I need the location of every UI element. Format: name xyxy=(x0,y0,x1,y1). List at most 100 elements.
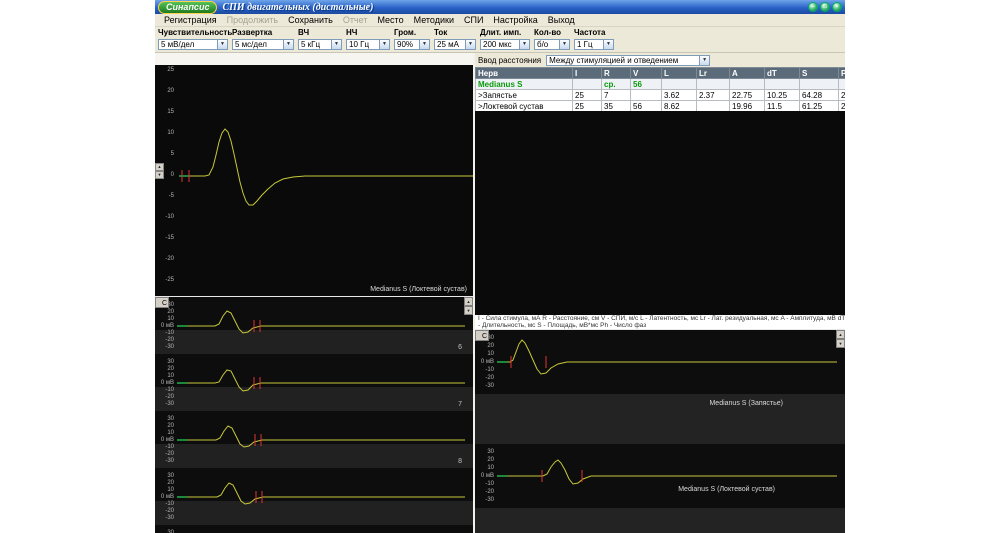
table-cell[interactable]: >Локтевой сустав xyxy=(476,101,573,112)
axis-label: -20 xyxy=(155,256,174,263)
table-cell[interactable]: Medianus S xyxy=(476,79,573,90)
table-cell[interactable] xyxy=(697,79,730,90)
table-cell[interactable]: 10.25 xyxy=(765,90,800,101)
table-cell[interactable]: 7 xyxy=(602,90,631,101)
axis-label: 30 xyxy=(155,473,174,480)
table-cell[interactable]: 11.5 xyxy=(765,101,800,112)
chevron-down-icon[interactable]: ▼ xyxy=(331,40,341,49)
axis-label: -30 xyxy=(155,458,174,465)
table-cell[interactable]: 25 xyxy=(573,101,602,112)
chevron-down-icon[interactable]: ▼ xyxy=(283,40,293,49)
menu-item-5[interactable]: Методики xyxy=(409,15,459,26)
chevron-down-icon[interactable]: ▼ xyxy=(379,40,389,49)
count-select[interactable]: б/о▼ xyxy=(534,39,570,50)
menu-item-2[interactable]: Сохранить xyxy=(283,15,338,26)
clear-button-right[interactable]: C xyxy=(475,330,489,341)
waveform-channel[interactable]: 3020100 мВ-10-20-30Medianus S (Локтевой … xyxy=(475,444,845,533)
waveform-plot[interactable] xyxy=(177,411,465,468)
table-cell[interactable]: 56 xyxy=(631,101,662,112)
table-cell[interactable]: 22.75 xyxy=(730,90,765,101)
current-select[interactable]: 25 мА▼ xyxy=(434,39,476,50)
menu-item-7[interactable]: Настройка xyxy=(488,15,542,26)
table-cell[interactable]: 64.28 xyxy=(800,90,839,101)
menu-item-4[interactable]: Место xyxy=(372,15,408,26)
menu-item-8[interactable]: Выход xyxy=(543,15,580,26)
table-cell[interactable]: >Запястье xyxy=(476,90,573,101)
main-chart[interactable]: 2520151050-5-10-15-20-25 ▲ ▼ Medianus S … xyxy=(155,65,473,296)
chevron-down-icon[interactable]: ▼ xyxy=(699,56,709,65)
table-cell[interactable] xyxy=(697,101,730,112)
menu-item-3: Отчет xyxy=(338,15,373,26)
minimize-button[interactable]: – xyxy=(808,2,818,12)
table-row: Medianus S ср.56 xyxy=(476,79,846,90)
table-cell[interactable]: 2 xyxy=(839,90,846,101)
lf-filter-select[interactable]: 10 Гц▼ xyxy=(346,39,390,50)
waveform-channel[interactable]: 3020100 мВ-10-20-30 xyxy=(155,468,473,525)
table-cell[interactable] xyxy=(631,90,662,101)
toolbar-label-frequency: Частота xyxy=(574,28,614,38)
waveform-plot[interactable] xyxy=(497,444,837,533)
chevron-down-icon[interactable]: ▼ xyxy=(603,40,613,49)
pulse-duration-select[interactable]: 200 мкс▼ xyxy=(480,39,530,50)
titlebar[interactable]: Синапсис СПИ двигательных (дистальные) –… xyxy=(155,0,845,14)
table-cell[interactable]: 61.25 xyxy=(800,101,839,112)
waveform-channel[interactable]: 3020100 мВ-10-20-308 xyxy=(155,411,473,468)
table-cell[interactable]: 35 xyxy=(602,101,631,112)
table-cell[interactable] xyxy=(573,79,602,90)
sensitivity-spinner: ▲ ▼ xyxy=(155,163,164,179)
distance-label: Ввод расстояния xyxy=(478,56,541,65)
chevron-down-icon[interactable]: ▼ xyxy=(519,40,529,49)
table-cell[interactable]: 56 xyxy=(631,79,662,90)
table-cell[interactable] xyxy=(662,79,697,90)
results-table-wrap: НервIRVLLrAdTSPhMedianus Sср.56>Запястье… xyxy=(475,67,845,111)
waveform-plot[interactable] xyxy=(177,354,465,411)
table-cell[interactable]: 19.96 xyxy=(730,101,765,112)
scroll-up-icon[interactable]: ▲ xyxy=(464,297,473,306)
waveform-trace xyxy=(497,340,837,374)
main-area: 2520151050-5-10-15-20-25 ▲ ▼ Medianus S … xyxy=(155,53,845,533)
waveform-plot[interactable] xyxy=(177,468,465,525)
scroll-down-icon[interactable]: ▼ xyxy=(836,339,845,348)
waveform-plot[interactable] xyxy=(177,297,465,354)
table-cell[interactable]: 8.62 xyxy=(662,101,697,112)
scroll-up-icon[interactable]: ▲ xyxy=(836,330,845,339)
table-cell[interactable] xyxy=(839,79,846,90)
chevron-down-icon[interactable]: ▼ xyxy=(217,40,227,49)
waveform-plot[interactable] xyxy=(497,330,837,444)
waveform-channel[interactable]: 3020100 мВ-10-20-307 xyxy=(155,354,473,411)
table-cell[interactable] xyxy=(765,79,800,90)
axis-label: -30 xyxy=(475,383,494,390)
close-button[interactable]: × xyxy=(832,2,842,12)
sensitivity-select[interactable]: 5 мВ/дел▼ xyxy=(158,39,228,50)
distance-mode-select[interactable]: Между стимуляцией и отведением ▼ xyxy=(546,55,710,66)
clear-button-left[interactable]: C xyxy=(155,297,169,308)
legend-line-2: - Длительность, мс S - Площадь, мВ*мс Ph… xyxy=(478,322,842,329)
table-cell[interactable]: 2 xyxy=(839,101,846,112)
table-cell[interactable]: 3.62 xyxy=(662,90,697,101)
table-cell[interactable] xyxy=(800,79,839,90)
frequency-select[interactable]: 1 Гц▼ xyxy=(574,39,614,50)
menu-item-6[interactable]: СПИ xyxy=(459,15,488,26)
table-cell[interactable]: 2.37 xyxy=(697,90,730,101)
chevron-down-icon[interactable]: ▼ xyxy=(465,40,475,49)
sweep-select[interactable]: 5 мс/дел▼ xyxy=(232,39,294,50)
toolbar-label-count: Кол-во xyxy=(534,28,570,38)
waveform-channel[interactable]: 3020100 мВ-10-20-30Medianus S (Запястье) xyxy=(475,330,845,444)
spinner-down-button[interactable]: ▼ xyxy=(155,171,164,179)
main-chart-plot[interactable] xyxy=(179,65,473,296)
scroll-down-icon[interactable]: ▼ xyxy=(464,306,473,315)
chevron-down-icon[interactable]: ▼ xyxy=(559,40,569,49)
table-cell[interactable]: ср. xyxy=(602,79,631,90)
menu-item-0[interactable]: Регистрация xyxy=(159,15,222,26)
chevron-down-icon[interactable]: ▼ xyxy=(419,40,429,49)
maximize-button[interactable]: □ xyxy=(820,2,830,12)
waveform-trace xyxy=(179,129,473,205)
app-logo: Синапсис xyxy=(158,1,217,14)
volume-select[interactable]: 90%▼ xyxy=(394,39,430,50)
hf-filter-select[interactable]: 5 кГц▼ xyxy=(298,39,342,50)
table-cell[interactable]: 25 xyxy=(573,90,602,101)
axis-label: 20 xyxy=(475,343,494,350)
spinner-up-button[interactable]: ▲ xyxy=(155,163,164,171)
table-cell[interactable] xyxy=(730,79,765,90)
waveform-channel[interactable]: 3020100 мВ-10-20-306 xyxy=(155,297,473,354)
